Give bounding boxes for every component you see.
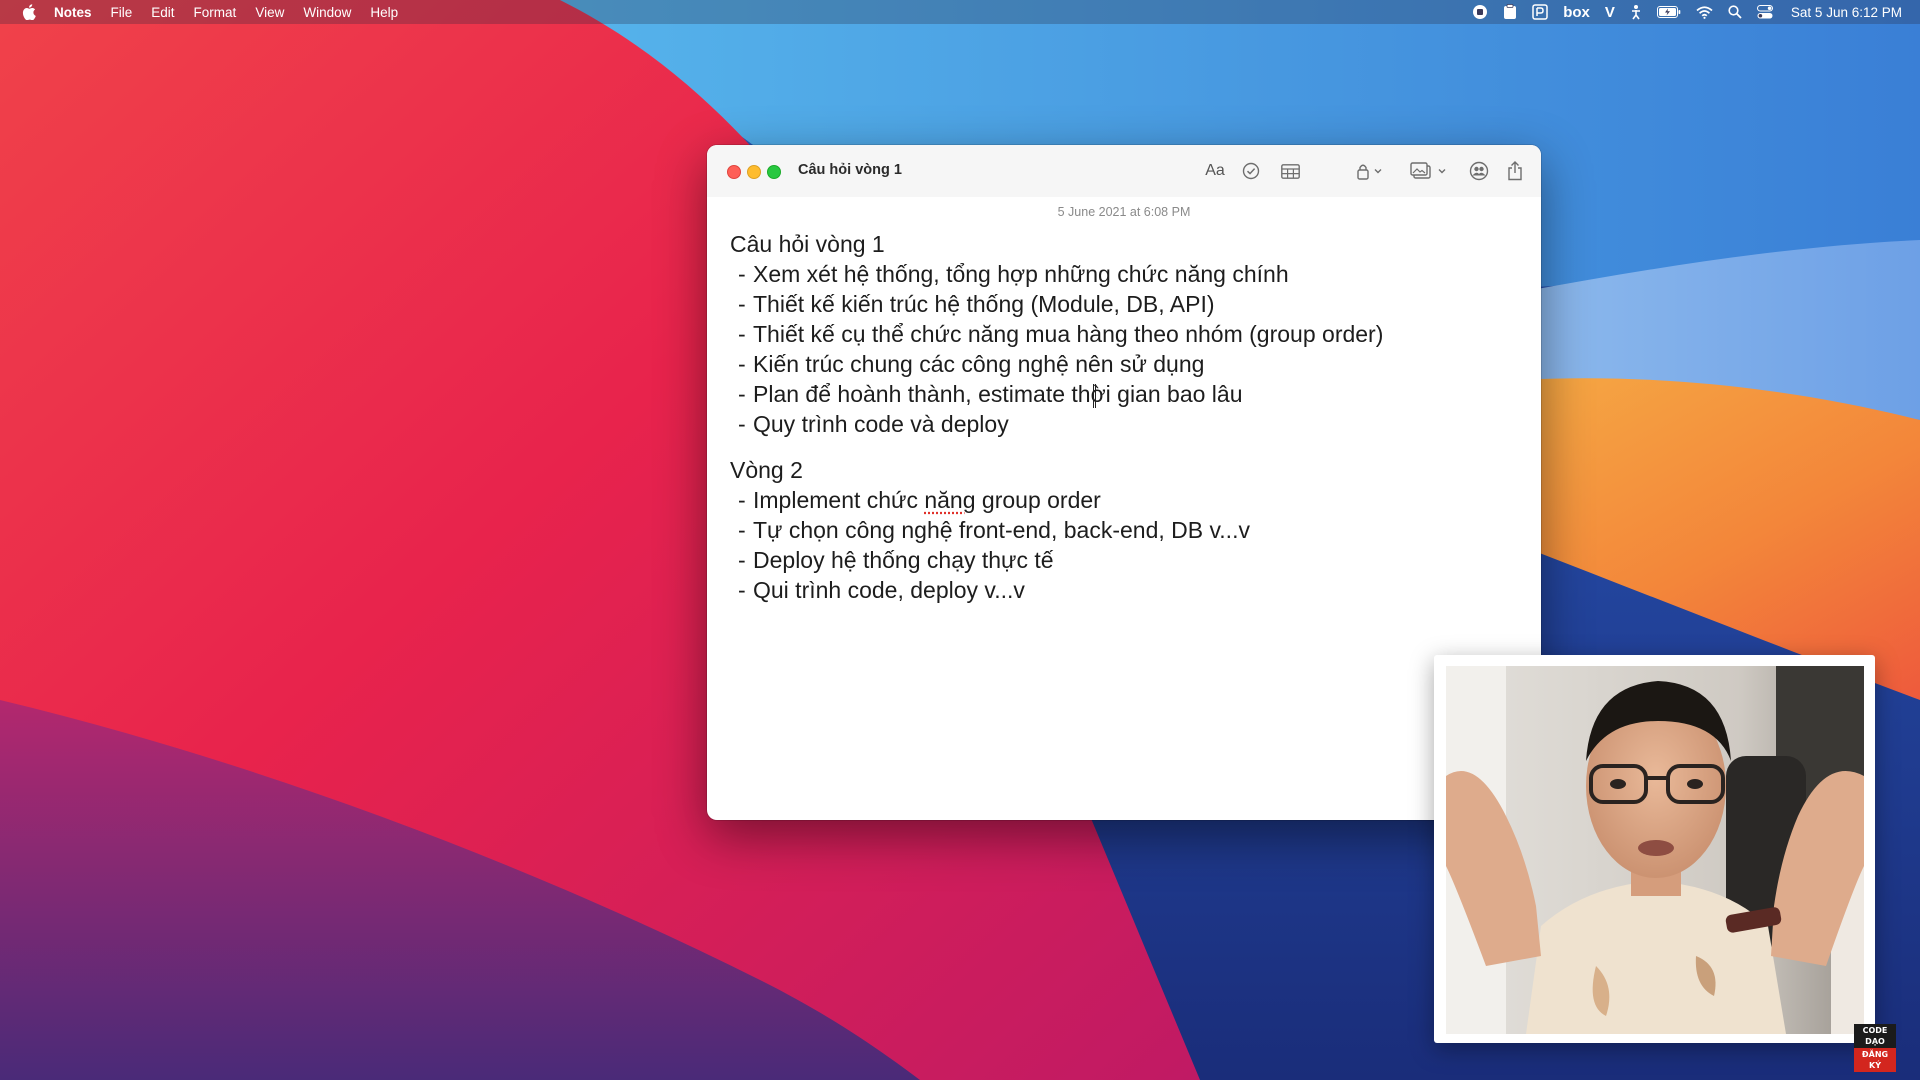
menu-edit[interactable]: Edit [151, 5, 174, 20]
channel-watermark: CODE DẠO ĐĂNG KÝ [1854, 1024, 1896, 1072]
watermark-top-text: CODE DẠO [1854, 1024, 1896, 1048]
bullet-dash: - [738, 517, 746, 543]
subscribe-badge[interactable]: ĐĂNG KÝ [1854, 1048, 1896, 1072]
list-item: - Qui trình code, deploy v...v [730, 575, 1520, 605]
battery-charging-icon[interactable] [1656, 0, 1681, 24]
v-icon[interactable]: V [1605, 0, 1615, 24]
webcam-overlay [1434, 655, 1875, 1043]
list-item: - Tự chọn công nghệ front-end, back-end, … [730, 515, 1520, 545]
control-center-icon[interactable] [1756, 0, 1773, 24]
format-text-button[interactable]: Aa [1202, 159, 1228, 183]
list-item-text-suffix: group order [975, 487, 1101, 513]
list-item-text-prefix: Implement chức [753, 487, 925, 513]
spotlight-search-icon[interactable] [1728, 0, 1742, 24]
webcam-video-feed [1446, 666, 1864, 1034]
apple-logo-icon[interactable] [20, 3, 38, 21]
wifi-icon[interactable] [1696, 0, 1713, 24]
checklist-icon[interactable] [1239, 159, 1263, 183]
list-item: - Thiết kế cụ thể chức năng mua hàng theo… [730, 319, 1520, 349]
list-item: - Quy trình code và deploy [730, 409, 1520, 439]
list-item-text: Deploy hệ thống chạy thực tế [753, 547, 1054, 573]
note-heading-round2: Vòng 2 [730, 457, 803, 483]
list-item: - Kiến trúc chung các công nghệ nên sử dụ… [730, 349, 1520, 379]
bullet-dash: - [738, 547, 746, 573]
list-item: - Implement chức năng group order [730, 485, 1520, 515]
list-item: - Thiết kế kiến trúc hệ thống (Module, DB… [730, 289, 1520, 319]
menu-clock[interactable]: Sat 5 Jun 6:12 PM [1791, 0, 1902, 24]
window-title: Câu hỏi vòng 1 [798, 162, 902, 178]
share-icon[interactable] [1504, 159, 1526, 183]
bullet-dash: - [738, 577, 746, 603]
window-titlebar[interactable]: Câu hỏi vòng 1 Aa [707, 145, 1541, 197]
presenter-image [1446, 666, 1864, 1034]
bullet-dash: - [738, 291, 746, 317]
lock-icon[interactable] [1352, 159, 1388, 183]
bullet-dash: - [738, 487, 746, 513]
list-item-text: Quy trình code và deploy [753, 411, 1009, 437]
text-cursor-icon [1093, 384, 1096, 408]
bullet-dash: - [738, 381, 746, 407]
parallels-icon[interactable] [1532, 0, 1548, 24]
menu-bar: Notes File Edit Format View Window Help … [0, 0, 1920, 24]
clipboard-icon[interactable] [1503, 0, 1517, 24]
menu-format[interactable]: Format [194, 5, 237, 20]
notes-window: Câu hỏi vòng 1 Aa 5 June 2021 at 6:08 PM… [707, 145, 1541, 820]
bullet-dash: - [738, 411, 746, 437]
note-heading-round1: Câu hỏi vòng 1 [730, 231, 885, 257]
media-icon[interactable] [1409, 159, 1451, 183]
list-item-text: Xem xét hệ thống, tổng hợp những chức nă… [753, 261, 1289, 287]
desktop: Notes File Edit Format View Window Help … [0, 0, 1920, 1080]
menu-file[interactable]: File [111, 5, 133, 20]
misspelled-word[interactable]: năng [924, 487, 975, 513]
bullet-dash: - [738, 321, 746, 347]
accessibility-icon[interactable] [1630, 0, 1642, 24]
list-item: - Plan để hoành thành, estimate thời gian… [730, 379, 1520, 409]
list-item: - Deploy hệ thống chạy thực tế [730, 545, 1520, 575]
list-item-text: Qui trình code, deploy v...v [753, 577, 1025, 603]
maximize-button[interactable] [767, 165, 781, 179]
table-icon[interactable] [1277, 159, 1303, 183]
bullet-dash: - [738, 351, 746, 377]
list-item-text: Plan để hoành thành, estimate thời gian … [753, 381, 1243, 407]
list-item-text: Tự chọn công nghệ front-end, back-end, D… [753, 517, 1250, 543]
minimize-button[interactable] [747, 165, 761, 179]
menu-status-area: box V Sat 5 Jun 6:12 PM [1457, 0, 1902, 24]
note-timestamp: 5 June 2021 at 6:08 PM [1057, 205, 1191, 219]
screen-record-icon[interactable] [1472, 0, 1488, 24]
menu-app-name[interactable]: Notes [54, 5, 92, 20]
box-icon[interactable]: box [1563, 0, 1590, 24]
list-item-text: Kiến trúc chung các công nghệ nên sử dụn… [753, 351, 1205, 377]
menu-window[interactable]: Window [303, 5, 351, 20]
close-button[interactable] [727, 165, 741, 179]
menu-view[interactable]: View [255, 5, 284, 20]
list-item: - Xem xét hệ thống, tổng hợp những chức n… [730, 259, 1520, 289]
menu-help[interactable]: Help [370, 5, 398, 20]
list-item-text: Thiết kế kiến trúc hệ thống (Module, DB,… [753, 291, 1215, 317]
bullet-dash: - [738, 261, 746, 287]
note-editor[interactable]: Câu hỏi vòng 1 - Xem xét hệ thống, tổng h… [730, 229, 1520, 605]
list-item-text: Thiết kế cụ thể chức năng mua hàng theo … [753, 321, 1384, 347]
collaborate-icon[interactable] [1467, 159, 1491, 183]
